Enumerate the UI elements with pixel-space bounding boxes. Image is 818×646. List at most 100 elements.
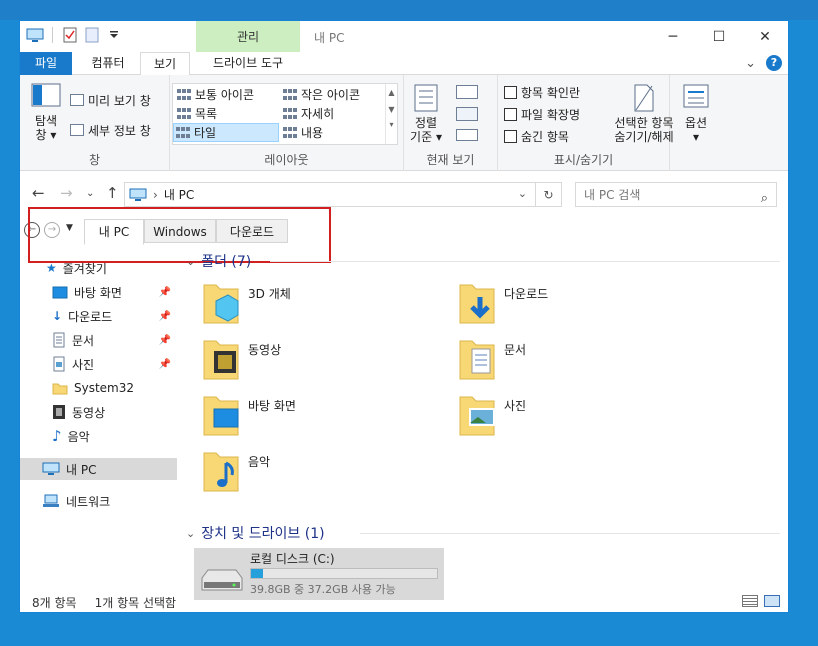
hide-selected-button[interactable]: 선택한 항목 숨기기/해제 [610, 83, 678, 144]
tab-drive-tools[interactable]: 드라이브 도구 [196, 52, 300, 75]
layout-tiles[interactable]: 타일 [173, 123, 279, 142]
nav-network[interactable]: 네트워크 [20, 490, 177, 512]
layout-small-icons[interactable]: 작은 아이콘 [281, 85, 385, 104]
tab-computer[interactable]: 컴퓨터 [78, 52, 138, 75]
properties-icon[interactable] [61, 27, 79, 43]
nav-network-label: 네트워크 [66, 494, 111, 509]
search-icon[interactable]: ⌕ [761, 187, 768, 211]
tab-history-dropdown-icon[interactable]: ▼ [66, 223, 73, 233]
recent-locations-icon[interactable]: ⌄ [86, 188, 94, 199]
customize-qat-icon[interactable] [105, 27, 123, 43]
content-area: ⌄ 폴더 (7) 3D 개체 다운로드 동영상 문서 바탕 화면 사진 음악 ⌄… [180, 251, 788, 600]
add-columns-icon[interactable] [456, 107, 478, 121]
folder-tile-desktop[interactable]: 바탕 화면 [202, 393, 442, 443]
forward-arrow-icon[interactable]: → [60, 184, 73, 202]
show-hide-group-label: 표시/숨기기 [553, 153, 614, 167]
layout-list-label: 목록 [195, 107, 218, 121]
folder-tile-videos[interactable]: 동영상 [202, 337, 442, 387]
up-arrow-icon[interactable]: ↑ [106, 184, 119, 202]
folder-name: 문서 [504, 343, 527, 357]
tab-back-icon[interactable]: ← [24, 222, 40, 238]
address-field[interactable]: › 내 PC ⌄ [124, 182, 536, 207]
hidden-items-label: 숨긴 항목 [521, 129, 569, 144]
help-icon[interactable]: ? [766, 55, 782, 71]
desktop-icon [52, 286, 68, 298]
hidden-items-toggle[interactable]: 숨긴 항목 [504, 127, 569, 145]
nav-this-pc[interactable]: 내 PC [20, 458, 177, 480]
pin-icon[interactable]: 📌 [159, 335, 171, 346]
search-input[interactable]: 내 PC 검색 ⌕ [575, 182, 777, 207]
size-columns-icon[interactable] [456, 129, 478, 141]
pin-icon[interactable]: 📌 [159, 359, 171, 370]
tab-this-pc[interactable]: 내 PC [84, 219, 144, 245]
layout-list[interactable]: 목록 [175, 104, 279, 123]
nav-desktop[interactable]: 바탕 화면 📌 [20, 281, 177, 303]
group-by-icon[interactable] [456, 85, 478, 99]
nav-system32-label: System32 [74, 381, 135, 395]
nav-pictures[interactable]: 사진 📌 [20, 353, 177, 375]
videos-folder-icon [203, 340, 239, 380]
folder-tile-downloads[interactable]: 다운로드 [458, 281, 698, 331]
nav-music[interactable]: ♪ 음악 [20, 425, 177, 447]
breadcrumb-path[interactable]: 내 PC [164, 186, 194, 203]
small-icons-icon [283, 88, 297, 101]
folder-tile-documents[interactable]: 문서 [458, 337, 698, 387]
folder-tile-3d-objects[interactable]: 3D 개체 [202, 281, 442, 331]
chevron-down-icon[interactable]: ⌄ [186, 255, 195, 268]
layout-content[interactable]: 내용 [281, 123, 385, 142]
details-icon [283, 107, 297, 120]
chevron-up-icon[interactable]: ▲ [386, 88, 397, 97]
tab-forward-icon[interactable]: → [44, 222, 60, 238]
address-dropdown-icon[interactable]: ⌄ [518, 187, 527, 200]
pin-icon[interactable]: 📌 [159, 287, 171, 298]
nav-downloads[interactable]: ↓ 다운로드 📌 [20, 305, 177, 327]
more-icon[interactable]: ▾ [386, 120, 397, 129]
nav-documents[interactable]: 문서 📌 [20, 329, 177, 351]
nav-system32[interactable]: System32 [20, 377, 177, 399]
item-checkboxes-checkbox[interactable] [504, 85, 517, 99]
expand-ribbon-icon[interactable]: ⌄ [745, 56, 756, 71]
file-extensions-toggle[interactable]: 파일 확장명 [504, 105, 580, 123]
item-checkboxes-toggle[interactable]: 항목 확인란 [504, 83, 580, 101]
folder-tile-pictures[interactable]: 사진 [458, 393, 698, 443]
maximize-button[interactable]: ☐ [696, 21, 742, 52]
folders-section-header[interactable]: ⌄ 폴더 (7) [186, 251, 251, 271]
sort-by-button[interactable]: 정렬 기준 ▾ [408, 83, 444, 144]
preview-pane-button[interactable]: 미리 보기 창 [70, 91, 151, 109]
tab-view[interactable]: 보기 [140, 52, 190, 76]
chevron-down-icon[interactable]: ⌄ [186, 527, 195, 540]
back-arrow-icon[interactable]: ← [32, 184, 45, 202]
pin-icon[interactable]: 📌 [159, 311, 171, 322]
manage-contextual-tab[interactable]: 관리 [196, 21, 300, 52]
navigation-pane-icon [31, 83, 61, 107]
layout-gallery-scroll[interactable]: ▲ ▼ ▾ [385, 84, 397, 144]
tab-file[interactable]: 파일 [20, 52, 72, 75]
nav-videos[interactable]: 동영상 [20, 401, 177, 423]
devices-section-header[interactable]: ⌄ 장치 및 드라이브 (1) [186, 523, 325, 543]
options-button[interactable]: 옵션 ▾ [678, 83, 714, 144]
minimize-button[interactable]: ─ [650, 21, 696, 52]
quick-access-toolbar [26, 27, 123, 43]
folder-name: 동영상 [248, 343, 282, 357]
nav-favorites[interactable]: ★ 즐겨찾기 [20, 257, 177, 279]
sort-icon [414, 84, 438, 112]
tab-windows[interactable]: Windows [144, 219, 216, 243]
file-explorer-window: 관리 내 PC ─ ☐ ✕ 파일 컴퓨터 보기 드라이브 도구 ⌄ ? 탐색 창… [19, 20, 789, 613]
details-pane-label: 세부 정보 창 [88, 123, 151, 138]
navigation-pane-button[interactable]: 탐색 창 ▾ [28, 83, 64, 142]
refresh-button[interactable]: ↻ [536, 182, 562, 207]
details-pane-button[interactable]: 세부 정보 창 [70, 121, 151, 139]
details-view-icon[interactable] [742, 595, 758, 607]
window-title: 내 PC [314, 31, 345, 45]
layout-medium-icons[interactable]: 보통 아이콘 [175, 85, 279, 104]
close-button[interactable]: ✕ [742, 21, 788, 52]
folder-tile-music[interactable]: 음악 [202, 449, 442, 499]
nav-favorites-label: 즐겨찾기 [62, 261, 107, 276]
large-icons-view-icon[interactable] [764, 595, 780, 607]
layout-details[interactable]: 자세히 [281, 104, 385, 123]
file-extensions-checkbox[interactable] [504, 107, 517, 121]
tab-downloads[interactable]: 다운로드 [216, 219, 288, 243]
new-folder-icon[interactable] [83, 27, 101, 43]
hidden-items-checkbox[interactable] [504, 129, 517, 143]
chevron-down-icon[interactable]: ▼ [386, 105, 397, 114]
